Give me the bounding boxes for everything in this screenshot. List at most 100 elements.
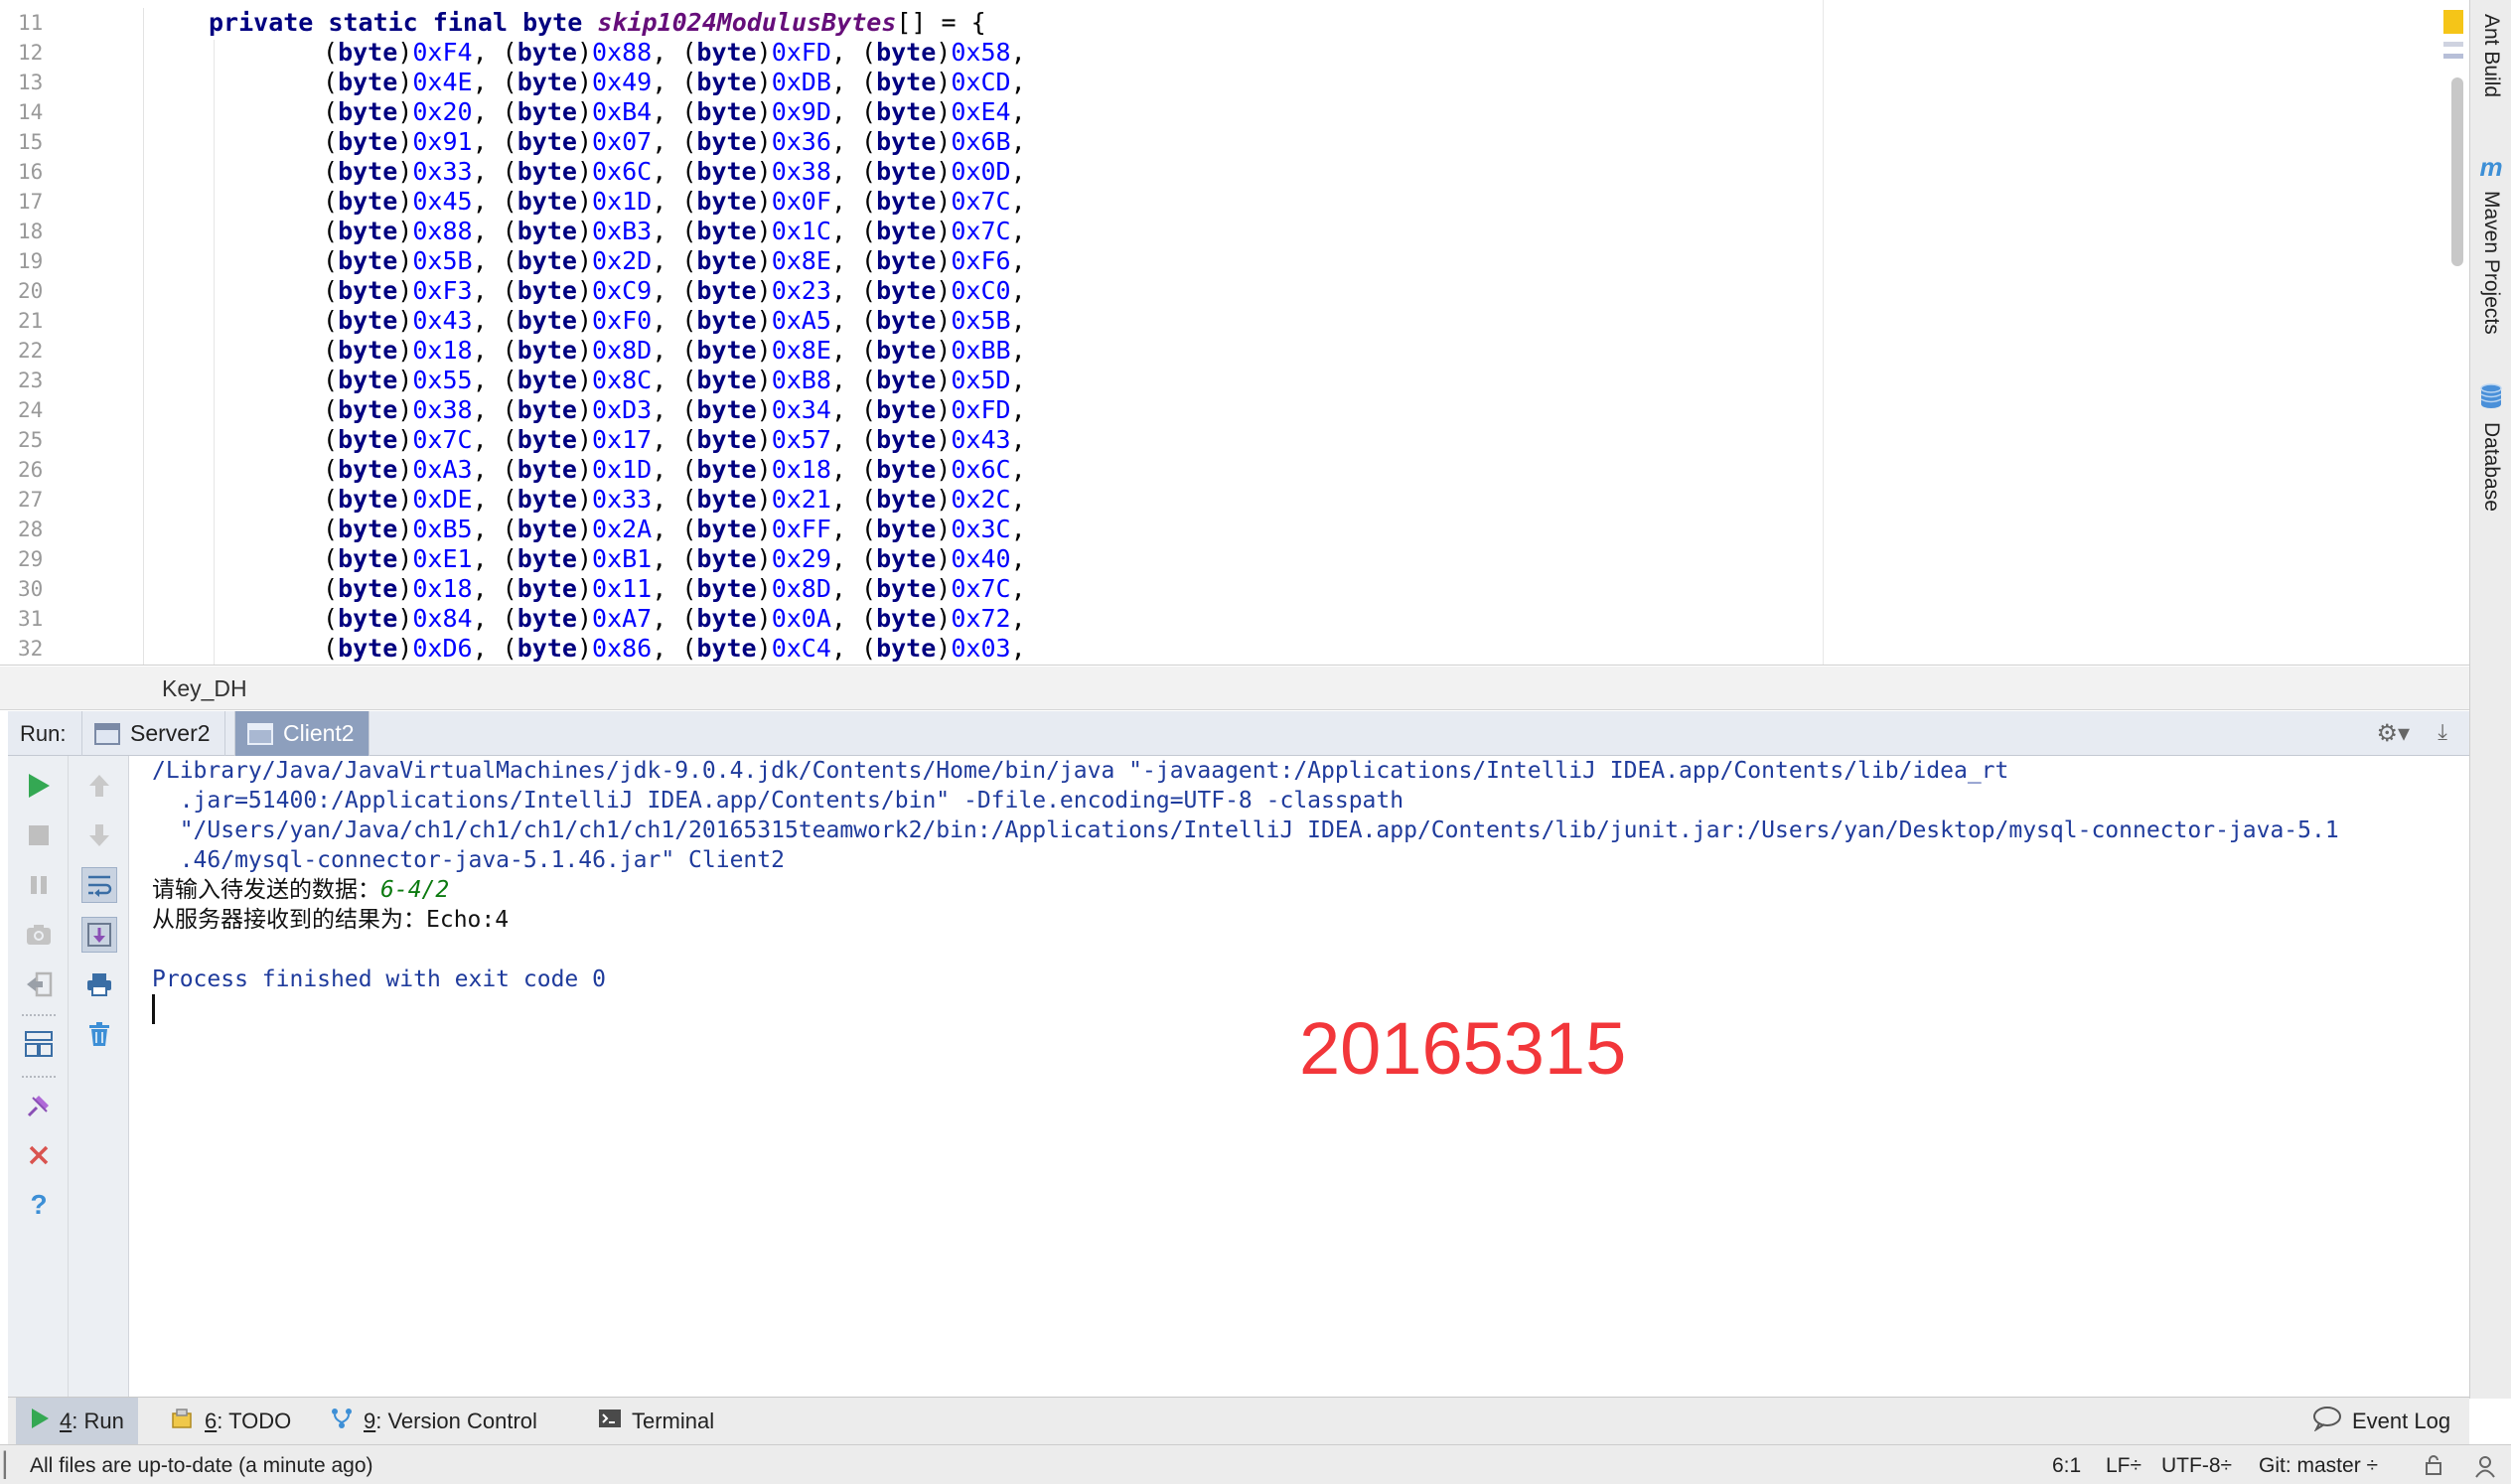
hector-icon[interactable] [2473,1454,2497,1484]
tool-tab-terminal[interactable]: Terminal [584,1398,728,1445]
breadcrumb-class[interactable]: Key_DH [162,675,247,702]
version-control-icon [330,1408,354,1435]
run-panel-header: Run: Server2 Client2 ⚙▾ ⤓ [8,711,2469,756]
byte-cast: (byte) [681,127,772,156]
code-editor[interactable]: 11 12 13 14 15 16 17 18 19 20 21 22 23 24 25 26 27 28 29 30… [0,0,2469,666]
error-stripe-mark[interactable] [2443,42,2463,47]
hex-literal: 0x21 [771,485,831,514]
code-line: (byte)0x45, (byte)0x1D, (byte)0x0F, (byt… [323,187,1041,216]
hex-literal: 0x2D [592,246,653,275]
console-output[interactable]: /Library/Java/JavaVirtualMachines/jdk-9.… [130,756,2469,1397]
byte-cast: (byte) [502,38,593,67]
lock-icon[interactable] [2424,1454,2443,1482]
code-line: (byte)0x7C, (byte)0x17, (byte)0x57, (byt… [323,425,1041,454]
arrow-up-icon[interactable] [81,768,117,804]
scroll-to-end-icon[interactable] [81,917,117,953]
hex-literal: 0x88 [592,38,653,67]
byte-cast: (byte) [502,306,593,335]
print-icon[interactable] [81,966,117,1002]
soft-wrap-icon[interactable] [81,867,117,903]
student-id-watermark: 20165315 [1299,1007,1627,1090]
hex-literal: 0x6B [951,127,1011,156]
tool-tab-event-log[interactable]: Event Log [2298,1398,2464,1445]
code-line-declaration: private static final byte skip1024Modulu… [209,8,986,38]
byte-cast: (byte) [861,276,952,305]
hex-literal: 0x88 [412,217,473,245]
error-stripe-mark[interactable] [2443,54,2463,59]
database-tab[interactable]: Database [2470,377,2511,517]
close-icon[interactable] [21,1137,57,1173]
tool-tab-run[interactable]: 4: Run [16,1398,138,1445]
ant-build-tab[interactable]: Ant Build [2470,6,2511,105]
code-line: (byte)0x55, (byte)0x8C, (byte)0xB8, (byt… [323,366,1041,394]
hex-literal: 0xFD [771,38,831,67]
pin-icon[interactable] [21,1088,57,1123]
toolbar-separator [22,1076,56,1078]
dump-threads-icon[interactable] [21,917,57,953]
byte-cast: (byte) [681,38,772,67]
byte-cast: (byte) [681,157,772,186]
help-icon[interactable]: ? [21,1187,57,1223]
hex-literal: 0x91 [412,127,473,156]
byte-cast: (byte) [681,217,772,245]
hex-literal: 0xF4 [412,38,473,67]
arrow-down-icon[interactable] [81,817,117,853]
tool-tab-todo[interactable]: 6: TODO [157,1398,305,1445]
hex-literal: 0xF0 [592,306,653,335]
byte-cast: (byte) [861,68,952,96]
hex-literal: 0x11 [592,574,653,603]
byte-cast: (byte) [502,574,593,603]
pause-icon[interactable] [21,867,57,903]
trash-icon[interactable] [81,1016,117,1052]
code-line: (byte)0xE1, (byte)0xB1, (byte)0x29, (byt… [323,544,1041,573]
file-encoding[interactable]: UTF-8÷ [2161,1454,2232,1478]
byte-cast: (byte) [502,395,593,424]
hex-literal: 0x57 [771,425,831,454]
byte-cast: (byte) [681,455,772,484]
byte-cast: (byte) [323,634,413,663]
byte-cast: (byte) [323,127,413,156]
byte-cast: (byte) [681,395,772,424]
hex-literal: 0xF6 [951,246,1011,275]
hide-panel-icon[interactable]: ⤓ [2437,719,2447,745]
maven-projects-tab[interactable]: m Maven Projects [2470,139,2511,348]
byte-cast: (byte) [502,634,593,663]
hex-literal: 0xBB [951,336,1011,365]
byte-cast: (byte) [861,395,952,424]
hex-literal: 0xA7 [592,604,653,633]
byte-cast: (byte) [861,425,952,454]
hex-literal: 0x0A [771,604,831,633]
caret-position[interactable]: 6:1 [2052,1454,2081,1478]
code-line: (byte)0x18, (byte)0x11, (byte)0x8D, (byt… [323,574,1041,603]
layout-icon[interactable] [21,1026,57,1062]
hex-literal: 0x7C [951,217,1011,245]
byte-cast: (byte) [323,485,413,514]
stop-icon[interactable] [21,817,57,853]
tool-tab-version-control[interactable]: 9: Version Control [316,1398,551,1445]
git-branch[interactable]: Git: master ÷ [2259,1454,2378,1478]
code-line: (byte)0x4E, (byte)0x49, (byte)0xDB, (byt… [323,68,1041,96]
status-toggle-icon[interactable]: ▏ [4,1451,22,1480]
hex-literal: 0x38 [771,157,831,186]
hex-literal: 0x4E [412,68,473,96]
code-area[interactable]: private static final byte skip1024Modulu… [0,8,2469,665]
exit-icon[interactable] [21,966,57,1002]
gear-icon[interactable]: ⚙▾ [2376,719,2410,748]
breadcrumb: Key_DH [0,667,2469,710]
byte-cast: (byte) [861,604,952,633]
byte-cast: (byte) [681,574,772,603]
editor-scrollbar-thumb[interactable] [2451,77,2463,266]
rerun-icon[interactable] [21,768,57,804]
tab-server2[interactable]: Server2 [81,711,225,756]
field-name: skip1024ModulusBytes [597,8,897,37]
tab-client2[interactable]: Client2 [234,711,369,756]
byte-cast: (byte) [323,276,413,305]
code-line: (byte)0xB5, (byte)0x2A, (byte)0xFF, (byt… [323,515,1041,543]
line-separator[interactable]: LF÷ [2106,1454,2142,1478]
status-message[interactable]: All files are up-to-date (a minute ago) [30,1454,373,1478]
hex-literal: 0x8D [771,574,831,603]
inspection-status-icon[interactable] [2443,10,2463,34]
byte-cast: (byte) [681,634,772,663]
byte-cast: (byte) [323,455,413,484]
hex-literal: 0xD3 [592,395,653,424]
